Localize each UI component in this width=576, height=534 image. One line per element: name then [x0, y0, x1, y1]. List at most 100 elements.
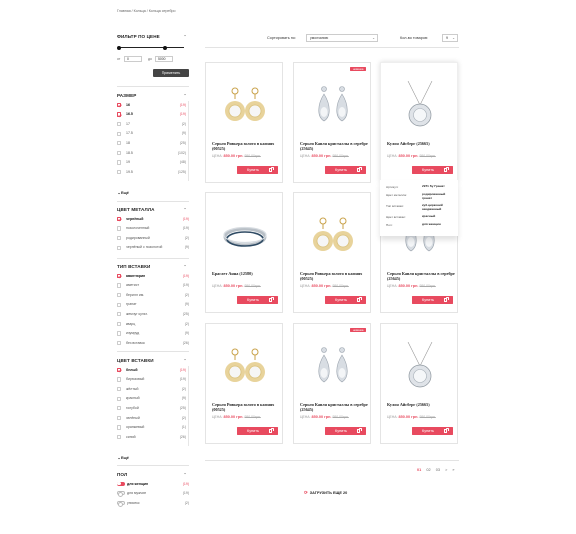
insert-option[interactable]: берилл им. (2) — [117, 291, 189, 301]
insert-option[interactable]: кварц (2) — [117, 320, 189, 330]
insert-option[interactable]: изумруд (9) — [117, 330, 189, 340]
size-option-16[interactable]: 16 (19) — [117, 101, 186, 111]
chevron-up-icon[interactable]: ⌃ — [183, 473, 187, 477]
gender-option[interactable]: для мужчин (19) — [117, 490, 189, 500]
checkbox[interactable] — [117, 121, 122, 127]
insert-color-option[interactable]: жёлтый (2) — [117, 385, 186, 395]
insert-option[interactable]: без вставок (26) — [117, 339, 189, 349]
apply-price-button[interactable]: Применить — [153, 69, 189, 77]
checkbox[interactable] — [117, 226, 122, 231]
breadcrumb[interactable]: Главная / Кольца / Кольца серебро — [117, 9, 176, 13]
product-card[interactable]: Серьги Ривьера золото в камнях (00525) Ц… — [205, 62, 283, 183]
checkbox[interactable] — [117, 340, 122, 346]
checkbox[interactable] — [117, 377, 122, 382]
next-page-icon[interactable]: > — [445, 468, 447, 472]
buy-button[interactable]: Купить — [412, 427, 453, 435]
size-option-17-5[interactable]: 17.5 (9) — [117, 130, 186, 140]
toggle-switch[interactable] — [117, 481, 125, 486]
product-image[interactable] — [220, 211, 270, 261]
insert-color-option[interactable]: оранжевый (1) — [117, 424, 186, 434]
checkbox[interactable] — [117, 292, 122, 298]
checkbox[interactable] — [117, 235, 122, 241]
checkbox[interactable] — [117, 415, 122, 420]
checkbox[interactable] — [117, 302, 122, 307]
checkbox[interactable] — [117, 434, 122, 440]
buy-button[interactable]: Купить — [325, 296, 366, 304]
load-more-button[interactable]: ⟳ ЗАГРУЗИТЬ ЕЩЕ 20 — [304, 490, 347, 496]
product-card[interactable]: Кулон Айсберг (25665) ЦЕНА: 850.00 грн. … — [380, 323, 458, 444]
product-name[interactable]: Браслет Анна (12580) — [212, 271, 280, 277]
checkbox[interactable] — [117, 102, 122, 107]
gender-option[interactable]: для женщин (19) — [117, 480, 189, 490]
product-name[interactable]: Серьги Ривьера золото в камнях (00525) — [300, 271, 368, 281]
insert-option[interactable]: авантюрин (19) — [117, 272, 189, 282]
metal-option[interactable]: чернёный с позолотой (9) — [117, 244, 189, 254]
product-name[interactable]: Кулон Айсберг (25665) — [387, 141, 455, 147]
checkbox[interactable] — [117, 216, 122, 221]
checkbox[interactable] — [117, 160, 122, 165]
product-card[interactable]: Серьги Ривьера золото в камнях (00525) Ц… — [293, 192, 371, 313]
page-link-2[interactable]: 02 — [426, 468, 430, 472]
insert-color-option[interactable]: бирюзовый (19) — [117, 376, 186, 386]
product-name[interactable]: Серьги Капля кристаллы в серебре (25645) — [387, 271, 455, 281]
product-image[interactable] — [220, 342, 270, 392]
checkbox[interactable] — [117, 406, 122, 411]
buy-button[interactable]: Купить — [325, 166, 366, 174]
product-name[interactable]: Серьги Ривьера золото в камнях (00525) — [212, 141, 280, 151]
size-more-toggle[interactable]: ⌄Ещё — [117, 190, 128, 195]
sort-select[interactable]: умолчанию ⌄ — [306, 34, 378, 42]
insert-color-option[interactable]: зелёный (2) — [117, 414, 186, 424]
buy-button[interactable]: Купить — [412, 296, 453, 304]
product-card[interactable]: Кулон Айсберг (25665) ЦЕНА: 850.00 грн. … — [380, 62, 458, 183]
size-option-19[interactable]: 19 (48) — [117, 159, 186, 169]
insert-color-option[interactable]: голубой (25) — [117, 404, 186, 414]
checkbox[interactable] — [117, 150, 122, 155]
price-from-input[interactable]: 0 — [124, 56, 142, 62]
checkbox[interactable] — [117, 331, 122, 336]
checkbox[interactable] — [117, 321, 122, 326]
price-slider-track[interactable] — [118, 47, 184, 48]
checkbox[interactable] — [117, 112, 122, 117]
metal-option[interactable]: родированный (2) — [117, 234, 189, 244]
metal-option[interactable]: чернёный (19) — [117, 215, 189, 225]
size-option-18[interactable]: 18 (25) — [117, 139, 186, 149]
price-slider-max-handle[interactable] — [163, 45, 167, 50]
metal-option[interactable]: позолоченный (19) — [117, 225, 189, 235]
price-slider-min-handle[interactable] — [117, 45, 121, 50]
checkbox[interactable] — [117, 283, 122, 288]
size-list-scrollbar[interactable] — [188, 101, 189, 181]
chevron-up-icon[interactable]: ⌃ — [183, 94, 187, 98]
product-name[interactable]: Кулон Айсберг (25665) — [387, 402, 455, 408]
size-option-18-5[interactable]: 18.5 (102) — [117, 149, 186, 159]
product-name[interactable]: Серьги Капля кристаллы в серебре (25645) — [300, 402, 368, 412]
product-card[interactable]: Серьги Ривьера золото в камнях (00525) Ц… — [205, 323, 283, 444]
insert-color-option[interactable]: белый (19) — [117, 366, 186, 376]
page-link-1[interactable]: 01 — [417, 468, 421, 472]
size-option-19-5[interactable]: 19.5 (125) — [117, 168, 186, 178]
checkbox[interactable] — [117, 131, 122, 136]
insert-option[interactable]: гранат (9) — [117, 301, 189, 311]
product-image[interactable] — [395, 80, 445, 131]
product-image[interactable] — [308, 211, 358, 261]
chevron-up-icon[interactable]: ⌃ — [183, 359, 187, 363]
insert-option[interactable]: аметист (19) — [117, 282, 189, 292]
toggle-switch[interactable] — [117, 500, 125, 507]
insert-color-option[interactable]: красный (9) — [117, 395, 186, 405]
checkbox[interactable] — [117, 273, 122, 278]
chevron-up-icon[interactable]: ⌃ — [183, 35, 187, 39]
product-image[interactable] — [308, 342, 358, 392]
chevron-up-icon[interactable]: ⌃ — [183, 265, 187, 269]
checkbox[interactable] — [117, 396, 122, 401]
buy-button[interactable]: Купить — [237, 166, 278, 174]
buy-button[interactable]: Купить — [237, 427, 278, 435]
last-page-icon[interactable]: » — [452, 468, 454, 472]
checkbox[interactable] — [117, 425, 122, 430]
product-name[interactable]: Серьги Капля кристаллы в серебре (25645) — [300, 141, 368, 151]
product-card[interactable]: новинка Серьги Капля кристаллы в серебре… — [293, 62, 371, 183]
product-image[interactable] — [220, 81, 270, 131]
buy-button[interactable]: Купить — [237, 296, 278, 304]
product-card[interactable]: новинка Серьги Капля кристаллы в серебре… — [293, 323, 371, 444]
insert-color-option[interactable]: синий (26) — [117, 433, 186, 443]
checkbox[interactable] — [117, 141, 122, 146]
product-name[interactable]: Серьги Ривьера золото в камнях (00525) — [212, 402, 280, 412]
